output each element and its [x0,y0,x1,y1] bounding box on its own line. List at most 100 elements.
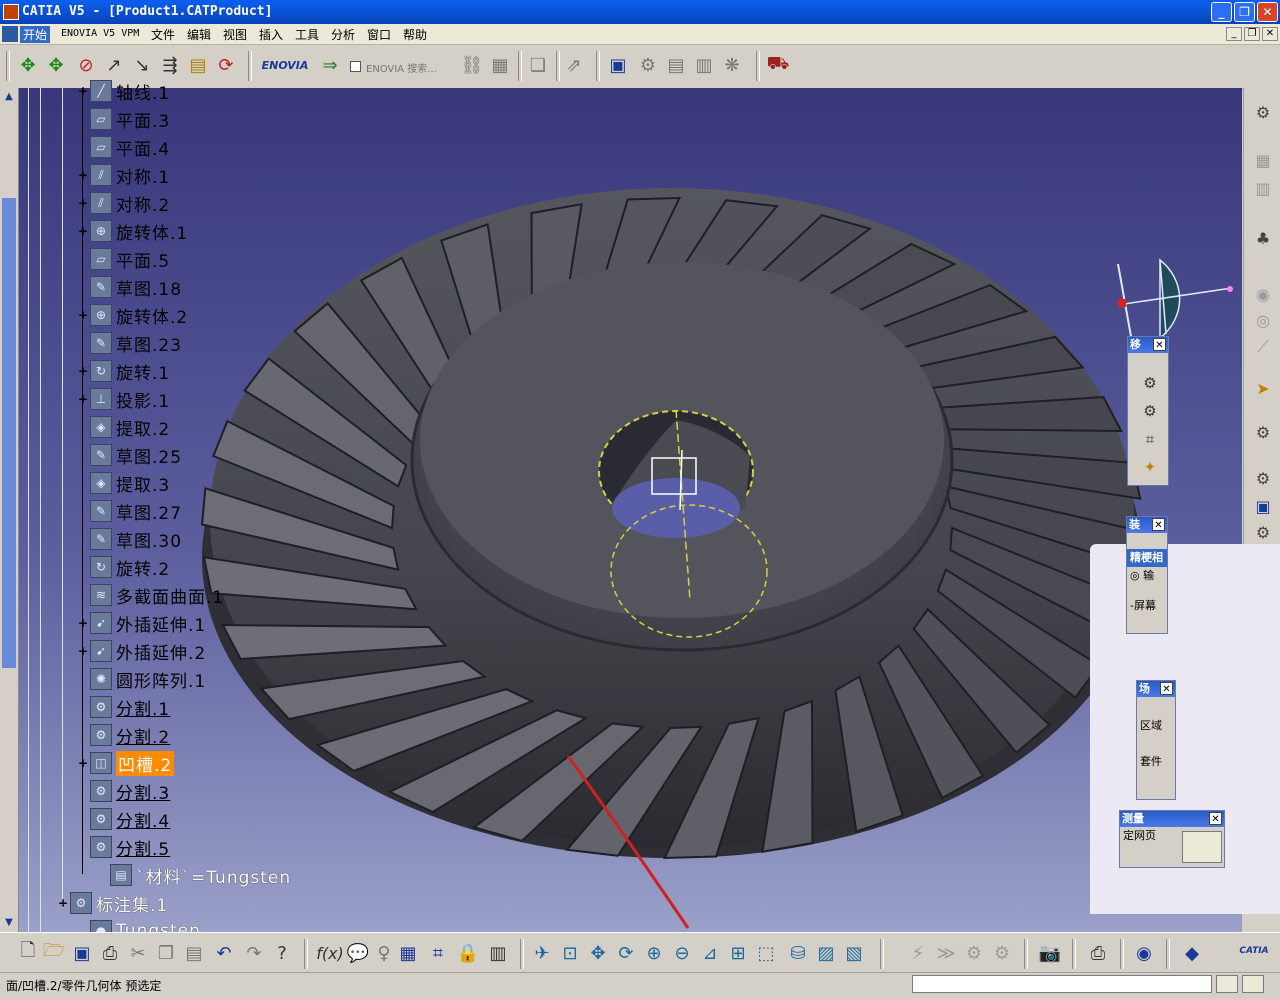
reset-icon[interactable]: ⊘ [74,53,98,77]
expand-icon[interactable]: + [78,168,88,182]
comment-icon[interactable]: 💬 [346,941,370,965]
menu-edit[interactable]: 编辑 [184,26,214,43]
tree-node[interactable]: ▤ `材料`=Tungsten [98,862,291,888]
table-icon[interactable]: ▤ [664,53,688,77]
band-analysis-icon[interactable]: ⚙ [990,941,1014,965]
undo-icon[interactable]: ↶ [212,941,236,965]
tree-node[interactable]: ≋ 多截面曲面.1 [78,582,224,608]
measure-field[interactable] [1182,831,1222,863]
assembly-row-1[interactable]: 精梗相 [1127,549,1167,567]
restore-button[interactable]: ❐ [1234,2,1255,22]
iso-view-icon[interactable]: ⬚ [754,941,778,965]
assembly-row-3[interactable]: -屏幕 [1127,597,1167,615]
cursor-icon[interactable]: ➤ [1252,378,1274,400]
constraint-coincidence-icon[interactable]: ◉ [1252,284,1274,306]
parameters-icon[interactable]: ▥ [692,53,716,77]
tree-node[interactable]: ▱ 平面.4 [78,134,170,160]
paste-icon[interactable]: ▤ [182,941,206,965]
expand-icon[interactable]: + [78,756,88,770]
shading-icon[interactable]: ⛁ [786,941,810,965]
menu-window[interactable]: 窗口 [364,26,394,43]
move-icon[interactable]: ✥ [16,53,40,77]
print-preview-icon[interactable]: ⎙ [1086,941,1110,965]
doc-close-button[interactable]: ✕ [1262,27,1278,41]
zoom-out-icon[interactable]: ⊖ [670,941,694,965]
tree-node[interactable]: ◈ 提取.2 [78,414,170,440]
command-input[interactable] [912,975,1212,993]
clash-analysis-icon[interactable]: ≫ [934,941,958,965]
expand-icon[interactable]: + [78,308,88,322]
zoom-in-icon[interactable]: ⊕ [642,941,666,965]
scroll-down-arrow-icon[interactable]: ▼ [2,916,16,930]
clash-icon[interactable]: ⇶ [158,53,182,77]
fly-mode-icon[interactable]: ✈ [530,941,554,965]
tree-scrollbar[interactable]: ▲ ▼ [0,88,19,932]
scene-row-1[interactable]: 区域 [1137,717,1175,735]
multi-view-icon[interactable]: ⊞ [726,941,750,965]
command-button-1[interactable] [1216,975,1238,993]
expand-icon[interactable]: + [78,644,88,658]
lock-icon[interactable]: 🔒 [456,941,480,965]
tree-node[interactable]: ▱ 平面.5 [78,246,170,272]
scroll-up-arrow-icon[interactable]: ▲ [2,90,16,104]
tree-node[interactable]: + ➹ 外插延伸.2 [78,638,206,664]
tree-node[interactable]: + ◫ 凹槽.2 [78,750,175,776]
catalog-3d-icon[interactable]: ◆ [1180,941,1204,965]
constraint-icon[interactable]: ⚙ [636,53,660,77]
tree-node[interactable]: + ⊥ 投影.1 [78,386,170,412]
menu-analyze[interactable]: 分析 [328,26,358,43]
tree-node[interactable]: + ⊕ 旋转体.1 [78,218,188,244]
tree-node[interactable]: + ↻ 旋转.1 [78,358,170,384]
tree-node[interactable]: ◈ 提取.3 [78,470,170,496]
rotate-view-icon[interactable]: ⟳ [614,941,638,965]
tree-node[interactable]: + ➹ 外插延伸.1 [78,610,206,636]
scroll-thumb[interactable] [2,198,16,668]
tree-node[interactable]: ✎ 草图.30 [78,526,182,552]
cut-icon[interactable]: ✂ [126,941,150,965]
print-icon[interactable]: ⎙ [98,941,122,965]
update-all-icon[interactable]: ⚙ [1252,422,1274,444]
capture-icon[interactable]: 📷 [1038,941,1062,965]
minimize-button[interactable]: _ [1211,2,1232,22]
tree-node[interactable]: ↻ 旋转.2 [78,554,170,580]
scene-row-2[interactable]: 套件 [1137,753,1175,771]
tree-node[interactable]: + ⫽ 对称.2 [78,190,170,216]
close-icon[interactable]: ✕ [1152,518,1165,531]
assembly-toolbar-header[interactable]: 装 ✕ [1127,517,1167,533]
catalog-icon[interactable]: ❏ [526,53,550,77]
normal-view-icon[interactable]: ⊿ [698,941,722,965]
update-icon[interactable]: ⟳ [214,53,238,77]
expand-icon[interactable]: + [78,364,88,378]
refresh-icon[interactable]: ◉ [1132,941,1156,965]
insert-product-icon[interactable]: ▥ [1252,178,1274,200]
close-button[interactable]: ✕ [1257,2,1278,22]
move-toolbar-header[interactable]: 移 ✕ [1128,337,1168,353]
open-file-icon[interactable]: 🗁 [42,940,66,965]
enovia-save-icon[interactable]: ▦ [488,53,512,77]
reuse-pattern-icon[interactable]: ⚙ [1252,522,1274,544]
tree-node[interactable]: + ⚙ 标注集.1 [58,890,168,916]
tree-node[interactable]: ⚙ 分割.1 [78,694,170,720]
expand-icon[interactable]: + [78,196,88,210]
tree-node[interactable]: + ⫽ 对称.1 [78,162,170,188]
save-icon[interactable]: ▣ [70,941,94,965]
link-icon[interactable]: ⇗ [562,53,586,77]
tree-node[interactable]: ✎ 草图.23 [78,330,182,356]
hide-show-icon[interactable]: ▨ [814,941,838,965]
graph-icon[interactable]: ⌗ [426,941,450,965]
tree-node[interactable]: ✎ 草图.27 [78,498,182,524]
menu-file[interactable]: 文件 [148,26,178,43]
tree-node[interactable]: + ⊕ 旋转体.2 [78,302,188,328]
multi-instantiation-icon[interactable]: ⚙ [1252,468,1274,490]
light-icon[interactable]: ♀ [372,941,396,965]
tree-node[interactable]: ⚙ 分割.2 [78,722,170,748]
expand-icon[interactable]: + [78,224,88,238]
copy-icon[interactable]: ❐ [154,941,178,965]
menu-help[interactable]: 帮助 [400,26,430,43]
close-icon[interactable]: ✕ [1160,682,1173,695]
assembly-icon[interactable]: ♣ [1252,228,1274,250]
scene-toolbar-header[interactable]: 场 ✕ [1137,681,1175,697]
new-component-icon[interactable]: ▦ [1252,150,1274,172]
table-view-icon[interactable]: ▦ [396,941,420,965]
close-icon[interactable]: ✕ [1153,338,1166,351]
